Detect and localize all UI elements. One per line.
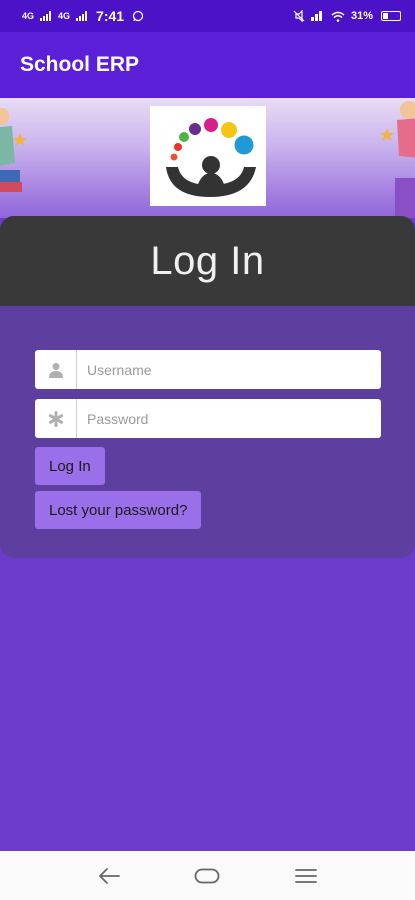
signal-1-icon: 4G bbox=[22, 10, 35, 21]
signal-bars-icon bbox=[40, 11, 52, 21]
status-left: 4G 4G 7:41 bbox=[22, 8, 144, 24]
battery-icon bbox=[381, 11, 401, 21]
decorative-cartoon-icon bbox=[0, 108, 27, 192]
back-arrow-icon[interactable] bbox=[89, 861, 129, 891]
wifi-icon bbox=[331, 11, 345, 22]
school-logo bbox=[150, 106, 266, 206]
signal-bars-icon bbox=[76, 11, 88, 21]
menu-icon[interactable] bbox=[286, 861, 326, 891]
status-bar: 4G 4G 7:41 31% bbox=[0, 0, 415, 32]
system-nav-bar bbox=[0, 851, 415, 900]
mute-icon bbox=[293, 10, 305, 22]
login-heading: Log In bbox=[150, 238, 265, 283]
asterisk-icon bbox=[35, 399, 77, 438]
home-icon[interactable] bbox=[187, 861, 227, 891]
app-title: School ERP bbox=[20, 53, 140, 76]
decorative-cartoon-icon bbox=[381, 101, 415, 218]
user-icon bbox=[35, 350, 77, 389]
signal-2-icon: 4G bbox=[58, 10, 71, 21]
password-field[interactable] bbox=[35, 399, 381, 438]
app-bar: School ERP bbox=[0, 32, 415, 98]
data-network-icon bbox=[310, 11, 322, 21]
username-input[interactable] bbox=[77, 350, 381, 389]
lost-password-button[interactable]: Lost your password? bbox=[35, 491, 202, 529]
login-heading-bar: Log In bbox=[0, 216, 415, 306]
login-card: Log In Log In Lost your password? bbox=[0, 216, 415, 558]
status-time: 7:41 bbox=[96, 8, 125, 24]
login-button[interactable]: Log In bbox=[35, 447, 105, 485]
status-right: 31% bbox=[293, 10, 401, 22]
password-input[interactable] bbox=[77, 399, 381, 438]
logo-icon bbox=[166, 118, 256, 197]
whatsapp-icon bbox=[132, 10, 144, 22]
username-field[interactable] bbox=[35, 350, 381, 389]
battery-percent: 31% bbox=[350, 10, 373, 22]
header-banner bbox=[0, 98, 415, 218]
